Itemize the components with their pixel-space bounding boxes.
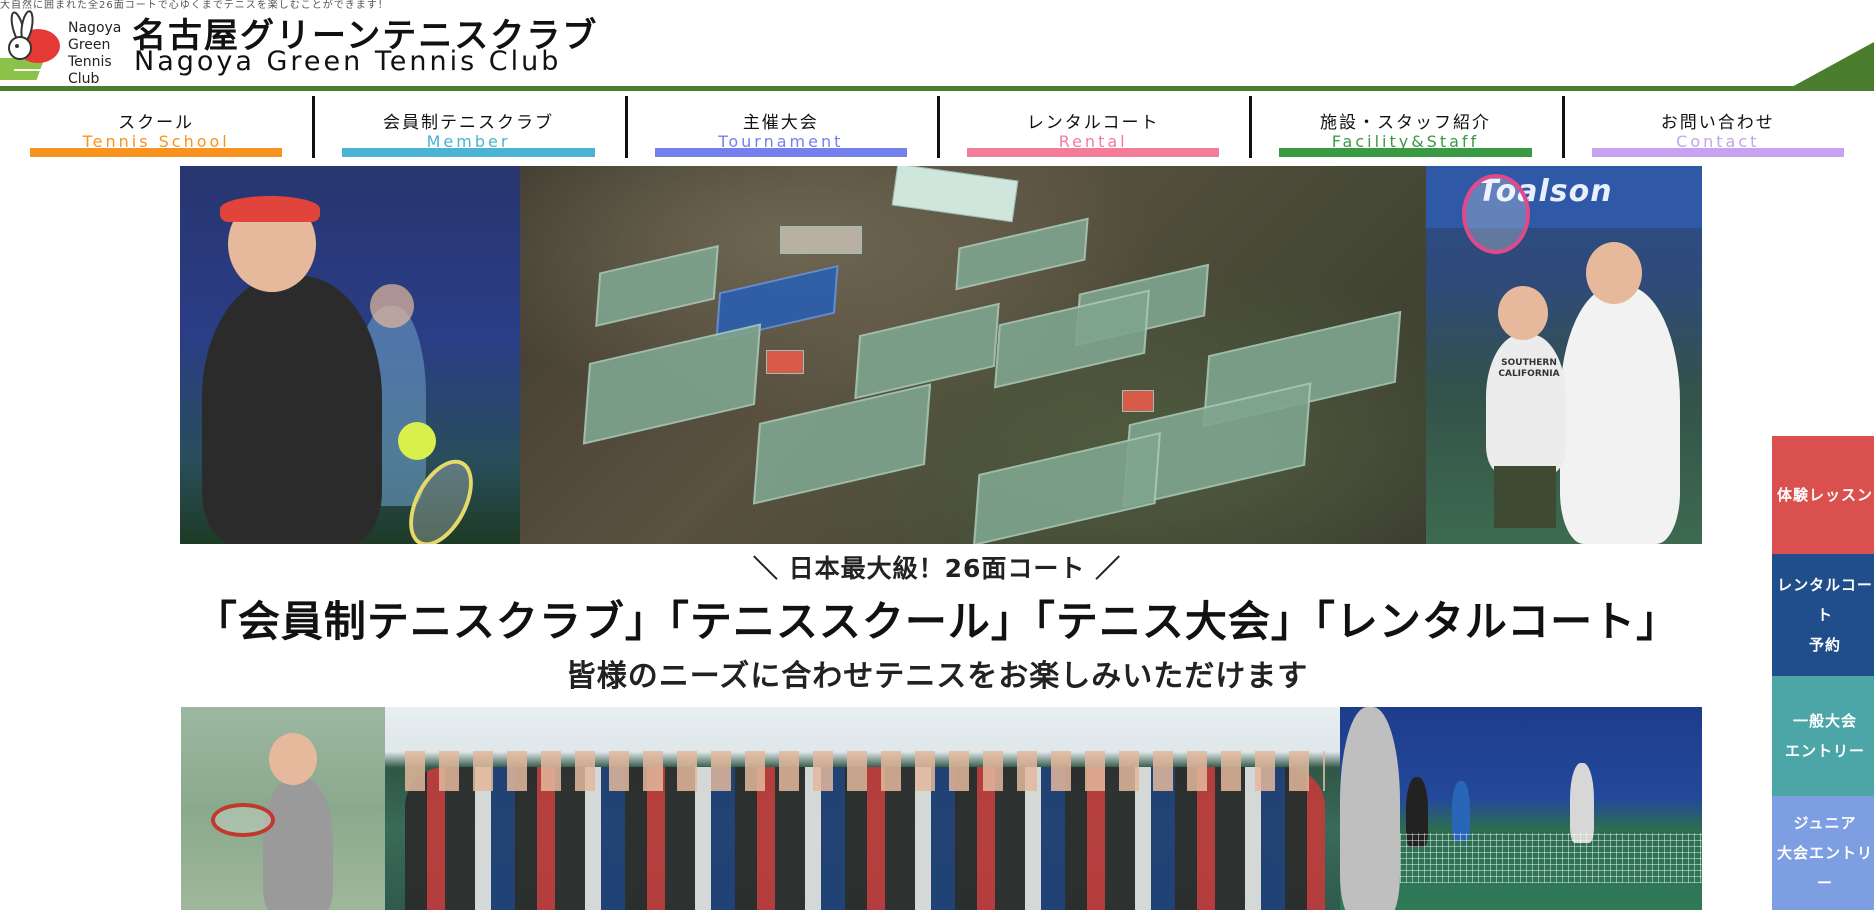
nav-label-jp: レンタルコート xyxy=(1026,113,1160,133)
rabbit-logo-icon xyxy=(0,10,60,80)
headline-services: 「会員制テニスクラブ」「テニススクール」「テニス大会」「レンタルコート」 xyxy=(194,597,1680,646)
shirt-print: SOUTHERN CALIFORNIA xyxy=(1498,358,1560,379)
photo-girl-swinging xyxy=(181,707,385,910)
hero-photo-collage: Toalson SOUTHERN CALIFORNIA xyxy=(180,166,1702,544)
nav-underline xyxy=(342,148,595,157)
photo-doubles-play xyxy=(1340,707,1702,910)
photo-group xyxy=(385,707,1340,910)
nav-underline xyxy=(966,148,1220,157)
nav-item-school[interactable]: スクール Tennis School xyxy=(0,95,312,161)
nav-underline xyxy=(1279,148,1532,157)
nav-label-jp: スクール xyxy=(118,113,195,133)
site-title-en[interactable]: Nagoya Green Tennis Club xyxy=(134,46,561,77)
nav-item-member[interactable]: 会員制テニスクラブ Member xyxy=(312,95,624,161)
nav-item-rental[interactable]: レンタルコート Rental xyxy=(936,95,1249,161)
side-tab-rental-reservation[interactable]: レンタルコート 予約 xyxy=(1772,554,1874,676)
club-logo[interactable]: Nagoya Green Tennis Club xyxy=(0,10,125,87)
side-tab-label: ジュニア xyxy=(1793,814,1857,832)
headline-court-count: ＼ 日本最大級！26面コート ／ xyxy=(752,554,1122,583)
hero-bottom-photos xyxy=(181,707,1702,910)
side-tab-label: エントリー xyxy=(1784,742,1865,760)
side-tab-label: 体験レッスン xyxy=(1776,486,1873,504)
nav-item-contact[interactable]: お問い合わせ Contact xyxy=(1561,95,1874,161)
header-divider xyxy=(0,86,1874,91)
side-tab-junior-entry[interactable]: ジュニア 大会エントリー xyxy=(1772,796,1874,910)
nav-item-facility[interactable]: 施設・スタッフ紹介 Facility&Staff xyxy=(1249,95,1561,161)
nav-label-jp: 主催大会 xyxy=(742,113,819,133)
logo-text: Nagoya Green Tennis Club xyxy=(68,20,122,87)
headline-tagline: 皆様のニーズに合わせテニスをお楽しみいただけます xyxy=(565,659,1309,694)
nav-underline xyxy=(30,148,283,157)
side-tab-label: 一般大会 xyxy=(1792,712,1857,730)
photo-girl-with-coach: Toalson SOUTHERN CALIFORNIA xyxy=(1426,166,1702,544)
side-tab-general-entry[interactable]: 一般大会 エントリー xyxy=(1772,676,1874,796)
photo-woman-forehand xyxy=(180,166,520,544)
photo-aerial-courts xyxy=(520,166,1426,544)
side-tab-label: 大会エントリー xyxy=(1776,844,1873,892)
side-tab-trial-lesson[interactable]: 体験レッスン xyxy=(1772,436,1874,554)
side-tab-label: 予約 xyxy=(1808,636,1841,654)
header-corner-decoration xyxy=(1790,42,1874,88)
nav-label-jp: 会員制テニスクラブ xyxy=(382,113,554,133)
nav-underline xyxy=(1591,148,1844,157)
nav-underline xyxy=(654,148,907,157)
nav-label-jp: お問い合わせ xyxy=(1660,113,1775,133)
nav-label-jp: 施設・スタッフ紹介 xyxy=(1319,113,1491,133)
side-tab-label: レンタルコート xyxy=(1777,576,1873,624)
nav-item-tournament[interactable]: 主催大会 Tournament xyxy=(624,95,937,161)
main-nav: スクール Tennis School 会員制テニスクラブ Member 主催大会… xyxy=(0,95,1874,161)
